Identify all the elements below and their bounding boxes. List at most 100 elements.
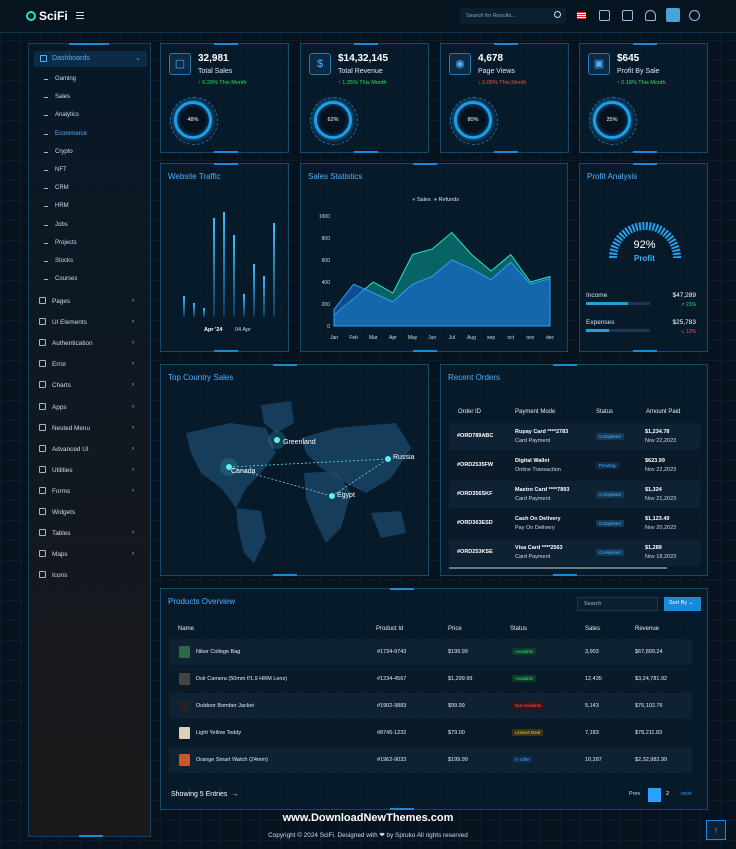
sidebar-item-label: Tables bbox=[52, 530, 71, 538]
column-header: Price bbox=[448, 626, 462, 632]
sidebar-item[interactable]: Tables bbox=[39, 529, 71, 538]
traffic-bar bbox=[213, 217, 215, 317]
sidebar-subitem[interactable]: NFT bbox=[44, 167, 67, 173]
sidebar-item[interactable]: Forms bbox=[39, 486, 70, 495]
payment-type: Online Transaction bbox=[515, 467, 561, 473]
product-row[interactable]: Niker College Bag #1734-9743 $199.99 Availa… bbox=[169, 639, 692, 665]
menu-item-icon bbox=[39, 297, 46, 304]
traffic-bar bbox=[273, 223, 275, 317]
product-sales: 5,143 bbox=[585, 703, 599, 709]
series-area-sales bbox=[333, 259, 551, 327]
back-to-top-button[interactable]: ↑ bbox=[706, 820, 726, 840]
sidebar-item[interactable]: Error bbox=[39, 360, 66, 368]
kpi-label: Page Views bbox=[478, 68, 515, 75]
sidebar-item[interactable]: Advanced UI bbox=[39, 444, 89, 453]
top-country-sales-card: Top Country Sales Greenland Canada Russi… bbox=[160, 364, 429, 576]
product-row[interactable]: Outdoor Bomber Jacket #1902-9883 $99.99 Not… bbox=[169, 693, 692, 719]
kpi-label: Profit By Sale bbox=[617, 68, 660, 75]
gear-icon[interactable] bbox=[689, 10, 700, 21]
sidebar-item-label: Widgets bbox=[52, 509, 76, 516]
traffic-bar bbox=[183, 295, 185, 317]
sidebar-item[interactable]: Pages bbox=[39, 297, 70, 305]
product-row[interactable]: Orange Smart Watch (24mm) #1962-9033 $199.… bbox=[169, 747, 692, 773]
income-row: Income $47,289 ↗ 21% bbox=[586, 292, 697, 308]
sidebar-item[interactable]: Authentication bbox=[39, 339, 93, 347]
sidebar-item[interactable]: Utilities bbox=[39, 465, 73, 474]
product-row[interactable]: Dslr Camera (50mm f/1.9 HRM Lens) #1234-4… bbox=[169, 666, 692, 692]
order-date: Nov 22,2023 bbox=[645, 438, 677, 444]
search-input[interactable]: Search for Results... bbox=[460, 8, 566, 24]
sidebar-item-dashboards[interactable]: Dashboards ⌄ bbox=[34, 51, 147, 67]
pagination-next[interactable]: next bbox=[681, 791, 691, 797]
sidebar-item[interactable]: Maps bbox=[39, 550, 68, 559]
order-row[interactable]: #ORD789ABC Rupay Card ****2783 Card Paymen… bbox=[449, 423, 700, 450]
sidebar-subitem[interactable]: Crypto bbox=[44, 149, 73, 155]
order-row[interactable]: #ORD356SKF Mastro Card ****7893 Card Payme… bbox=[449, 481, 700, 508]
avatar[interactable] bbox=[666, 8, 680, 22]
sidebar-subitem[interactable]: Jobs bbox=[44, 222, 68, 228]
expenses-label: Expenses bbox=[586, 319, 615, 326]
sidebar-subitem[interactable]: Courses bbox=[43, 276, 77, 282]
sidebar-item-label: Advanced UI bbox=[52, 445, 89, 453]
payment-type: Pay On Delivery bbox=[515, 525, 555, 531]
sidebar-item[interactable]: Nested Menu bbox=[39, 423, 90, 432]
x-tick-label: sep bbox=[487, 335, 495, 341]
kpi-progress-ring: 80% bbox=[450, 97, 498, 145]
sidebar-subitem[interactable]: CRM bbox=[44, 185, 69, 191]
sidebar-subitem[interactable]: Sales bbox=[43, 94, 70, 100]
order-id: #ORD2535FW bbox=[457, 462, 494, 468]
income-value: $47,289 bbox=[672, 292, 697, 299]
x-tick-label: dec bbox=[546, 335, 555, 341]
product-id: #8745-1232 bbox=[377, 730, 407, 736]
apps-icon[interactable] bbox=[622, 10, 633, 21]
order-id: #ORD789ABC bbox=[457, 433, 494, 439]
order-row[interactable]: #ORD363ESD Cash On Delivery Pay On Deliver… bbox=[449, 510, 700, 537]
menu-icon[interactable] bbox=[76, 12, 84, 19]
pagination-prev[interactable]: Prev bbox=[629, 791, 640, 797]
sort-by-button[interactable]: Sort By ⌄ bbox=[664, 597, 701, 611]
traffic-bar bbox=[263, 276, 265, 317]
payment-mode: Mastro Card ****7893 bbox=[515, 487, 570, 493]
sidebar-subitem[interactable]: Projects bbox=[44, 240, 77, 246]
product-image bbox=[179, 727, 190, 739]
arrow-right-icon[interactable]: → bbox=[229, 791, 238, 798]
product-search-input[interactable]: Search bbox=[577, 597, 658, 611]
sidebar-item[interactable]: UI Elements bbox=[39, 318, 87, 326]
sidebar-subitem[interactable]: Ecommerce bbox=[43, 131, 87, 137]
kpi-change: ↑ 0.18% This Month bbox=[617, 80, 666, 86]
sidebar-item-label: Maps bbox=[52, 551, 68, 559]
menu-item-icon bbox=[39, 339, 46, 347]
search-placeholder: Search for Results... bbox=[466, 13, 516, 19]
pagination-page-2[interactable]: 2 bbox=[666, 791, 669, 797]
sidebar-subitem[interactable]: HRM bbox=[44, 203, 69, 209]
scrollbar[interactable] bbox=[449, 567, 667, 569]
sidebar-item[interactable]: Icons bbox=[39, 571, 67, 579]
sidebar-subitem[interactable]: Gaming bbox=[43, 76, 76, 82]
product-row[interactable]: Light Yellow Teddy #8745-1232 $79.00 Limite… bbox=[169, 720, 692, 746]
sales-statistics-card: Sales Statistics ● Sales ● Refunds 0 200 4… bbox=[300, 163, 568, 352]
product-price: $99.99 bbox=[448, 703, 465, 709]
brand-logo[interactable]: SciFi bbox=[26, 9, 68, 23]
column-header: Name bbox=[178, 626, 195, 632]
income-change: ↗ 21% bbox=[680, 302, 696, 308]
flag-icon[interactable] bbox=[577, 12, 586, 19]
order-id: #ORD363ESD bbox=[457, 520, 493, 526]
sidebar-item[interactable]: Charts bbox=[39, 381, 71, 389]
sidebar-subitem[interactable]: Analytics bbox=[43, 112, 79, 118]
search-icon[interactable] bbox=[554, 11, 561, 18]
pagination-page-1[interactable] bbox=[648, 788, 661, 802]
chevron-right-icon: › bbox=[132, 361, 134, 368]
fullscreen-icon[interactable] bbox=[599, 10, 610, 21]
bell-icon[interactable] bbox=[645, 10, 656, 21]
website-traffic-card: Website Traffic Apr '24 04 Apr bbox=[160, 163, 289, 352]
traffic-bar bbox=[203, 307, 205, 317]
chevron-down-icon: ⌄ bbox=[135, 55, 141, 62]
sidebar-subitem[interactable]: Stocks bbox=[43, 258, 73, 264]
sidebar-item[interactable]: Apps bbox=[39, 402, 67, 411]
sidebar-item[interactable]: Widgets bbox=[39, 508, 76, 516]
amount-paid: $1,234.78 bbox=[645, 429, 670, 435]
product-image bbox=[179, 754, 190, 766]
order-row[interactable]: #ORD2535FW Digital Wallet Online Transacti… bbox=[449, 452, 700, 479]
order-row[interactable]: #ORD253KSE Visa Card ****2563 Card Payment… bbox=[449, 539, 700, 566]
payment-mode: Cash On Delivery bbox=[515, 516, 561, 522]
